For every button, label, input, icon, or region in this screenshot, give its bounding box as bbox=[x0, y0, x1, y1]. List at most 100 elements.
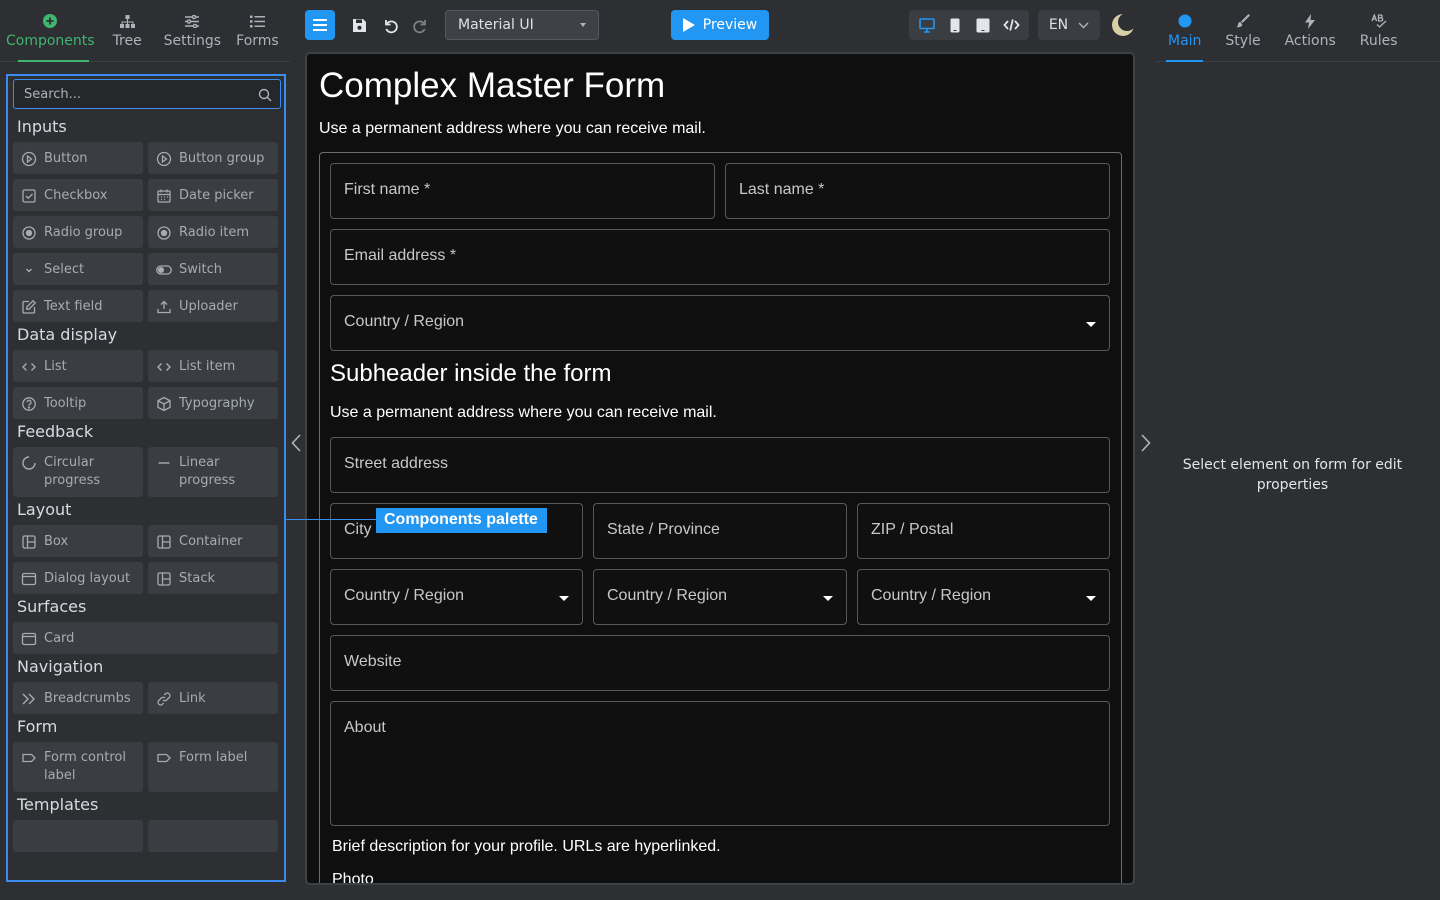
undo-button[interactable] bbox=[376, 10, 404, 40]
save-button[interactable] bbox=[345, 10, 373, 40]
left-tab-bar: Components Tree Settings Forms bbox=[0, 0, 290, 62]
palette-item-box[interactable]: Box bbox=[13, 525, 143, 557]
code-view-button[interactable] bbox=[998, 12, 1024, 38]
preview-button[interactable]: Preview bbox=[671, 10, 769, 40]
tab-label: Main bbox=[1168, 33, 1202, 49]
palette-item-form-label[interactable]: Form label bbox=[148, 742, 278, 792]
category-form: Form bbox=[17, 717, 58, 736]
palette-item-typography[interactable]: Typography bbox=[148, 387, 278, 419]
field-label: Country / Region bbox=[607, 587, 728, 604]
sliders-icon bbox=[184, 13, 200, 29]
palette-item-switch[interactable]: Switch bbox=[148, 253, 278, 285]
field-label: Website bbox=[344, 653, 402, 670]
palette-item-tooltip[interactable]: Tooltip bbox=[13, 387, 143, 419]
minus-icon bbox=[158, 462, 170, 464]
caret-down-icon bbox=[580, 23, 586, 27]
collapse-right-panel-button[interactable] bbox=[1138, 431, 1154, 455]
tab-label: Actions bbox=[1284, 33, 1336, 49]
form-title: Complex Master Form bbox=[319, 66, 666, 105]
tab-rules[interactable]: Rules bbox=[1360, 0, 1398, 62]
search-icon[interactable] bbox=[258, 87, 272, 106]
palette-item-date-picker[interactable]: Date picker bbox=[148, 179, 278, 211]
palette-item-select[interactable]: Select bbox=[13, 253, 143, 285]
caret-down-icon bbox=[559, 596, 569, 601]
tab-components[interactable]: Components bbox=[6, 0, 95, 62]
country-select[interactable]: Country / Region bbox=[330, 295, 1110, 351]
last-name-field[interactable]: Last name * bbox=[725, 163, 1110, 219]
palette-item-circular-progress[interactable]: Circular progress bbox=[13, 447, 143, 497]
window-icon bbox=[21, 632, 37, 646]
tag-icon bbox=[22, 753, 36, 763]
field-label: Country / Region bbox=[344, 587, 465, 604]
tab-actions[interactable]: Actions bbox=[1285, 0, 1336, 62]
redo-button[interactable] bbox=[406, 10, 434, 40]
menu-button[interactable] bbox=[305, 10, 335, 40]
field-label: Last name * bbox=[739, 181, 825, 198]
palette-item-radio-group[interactable]: Radio group bbox=[13, 216, 143, 248]
palette-item-list-item[interactable]: List item bbox=[148, 350, 278, 382]
palette-item-uploader[interactable]: Uploader bbox=[148, 290, 278, 322]
field-label: ZIP / Postal bbox=[871, 521, 954, 538]
website-field[interactable]: Website bbox=[330, 635, 1110, 691]
about-helper-text: Brief description for your profile. URLs… bbox=[332, 838, 721, 855]
country-select-a[interactable]: Country / Region bbox=[330, 569, 583, 625]
about-textarea[interactable]: About bbox=[330, 701, 1110, 826]
tablet-view-button[interactable] bbox=[970, 12, 996, 38]
properties-empty-message: Select element on form for edit properti… bbox=[1182, 457, 1403, 493]
tab-tree[interactable]: Tree bbox=[95, 0, 160, 62]
palette-item-dialog-layout[interactable]: Dialog layout bbox=[13, 562, 143, 594]
undo-icon bbox=[384, 19, 398, 33]
help-circle-icon bbox=[22, 397, 36, 411]
tab-label: Settings bbox=[163, 33, 221, 49]
field-label: Street address bbox=[344, 455, 449, 472]
search-input[interactable] bbox=[14, 80, 280, 108]
palette-item-button[interactable]: Button bbox=[13, 142, 143, 174]
calendar-icon bbox=[157, 189, 171, 203]
palette-item-linear-progress[interactable]: Linear progress bbox=[148, 447, 278, 497]
palette-item-container[interactable]: Container bbox=[148, 525, 278, 557]
caret-down-icon bbox=[1086, 596, 1096, 601]
palette-item-form-control-label[interactable]: Form control label bbox=[13, 742, 143, 792]
palette-item-stack[interactable]: Stack bbox=[148, 562, 278, 594]
state-field[interactable]: State / Province bbox=[593, 503, 847, 559]
ui-library-select[interactable]: Material UI bbox=[445, 10, 599, 40]
plus-circle-icon bbox=[43, 13, 58, 29]
form-description: Use a permanent address where you can re… bbox=[319, 120, 706, 137]
mobile-view-button[interactable] bbox=[942, 12, 968, 38]
palette-item-template[interactable] bbox=[148, 820, 278, 852]
street-address-field[interactable]: Street address bbox=[330, 437, 1110, 493]
tab-main[interactable]: Main bbox=[1165, 0, 1204, 62]
desktop-view-button[interactable] bbox=[914, 12, 940, 38]
tab-forms[interactable]: Forms bbox=[225, 0, 290, 62]
palette-item-link[interactable]: Link bbox=[148, 682, 278, 714]
palette-item-template[interactable] bbox=[13, 820, 143, 852]
palette-item-list[interactable]: List bbox=[13, 350, 143, 382]
country-select-c[interactable]: Country / Region bbox=[857, 569, 1110, 625]
language-select[interactable]: EN bbox=[1038, 10, 1100, 40]
palette-item-text-field[interactable]: Text field bbox=[13, 290, 143, 322]
form-canvas[interactable]: Complex Master Form Use a permanent addr… bbox=[305, 52, 1135, 885]
spellcheck-icon bbox=[1371, 13, 1387, 29]
category-navigation: Navigation bbox=[17, 657, 104, 676]
email-field[interactable]: Email address * bbox=[330, 229, 1110, 285]
theme-toggle-button[interactable] bbox=[1110, 10, 1136, 40]
tab-style[interactable]: Style bbox=[1225, 0, 1261, 62]
palette-item-breadcrumbs[interactable]: Breadcrumbs bbox=[13, 682, 143, 714]
play-circle-icon bbox=[156, 151, 172, 167]
field-label: About bbox=[344, 719, 386, 736]
form-subheader: Subheader inside the form bbox=[330, 360, 612, 387]
tab-settings[interactable]: Settings bbox=[160, 0, 225, 62]
palette-item-button-group[interactable]: Button group bbox=[148, 142, 278, 174]
country-select-b[interactable]: Country / Region bbox=[593, 569, 847, 625]
checkbox-icon bbox=[22, 189, 36, 203]
monitor-icon bbox=[919, 17, 935, 33]
palette-item-radio-item[interactable]: Radio item bbox=[148, 216, 278, 248]
top-toolbar: Material UI Preview EN bbox=[290, 0, 1150, 50]
first-name-field[interactable]: First name * bbox=[330, 163, 715, 219]
phone-icon bbox=[950, 18, 960, 32]
palette-item-checkbox[interactable]: Checkbox bbox=[13, 179, 143, 211]
palette-item-card[interactable]: Card bbox=[13, 622, 278, 654]
link-icon bbox=[157, 692, 171, 706]
collapse-left-panel-button[interactable] bbox=[288, 431, 304, 455]
zip-field[interactable]: ZIP / Postal bbox=[857, 503, 1110, 559]
